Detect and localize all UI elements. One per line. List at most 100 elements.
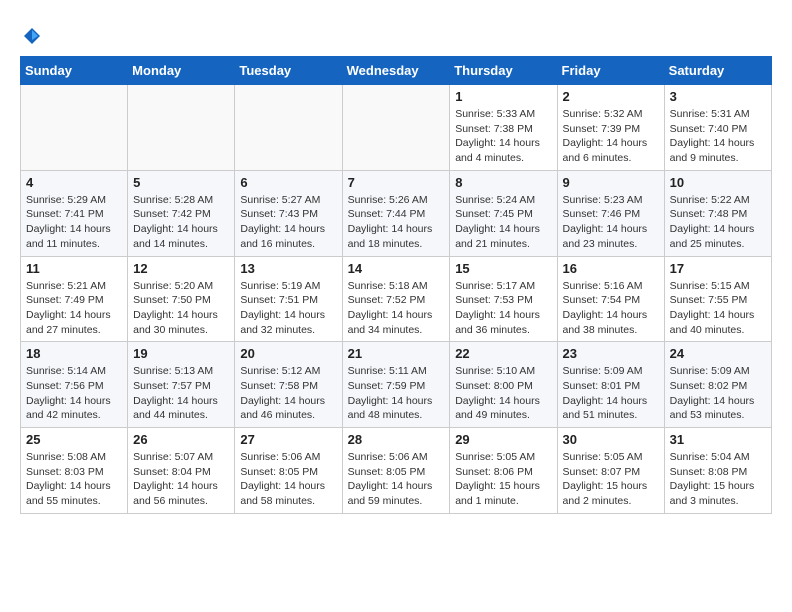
day-info: Sunrise: 5:26 AM Sunset: 7:44 PM Dayligh… bbox=[348, 193, 445, 252]
day-header-thursday: Thursday bbox=[450, 57, 557, 85]
day-cell: 31 Sunrise: 5:04 AM Sunset: 8:08 PM Dayli… bbox=[664, 428, 771, 514]
day-number: 16 bbox=[563, 261, 659, 276]
day-number: 3 bbox=[670, 89, 766, 104]
day-cell: 20 Sunrise: 5:12 AM Sunset: 7:58 PM Dayli… bbox=[235, 342, 342, 428]
day-cell: 18 Sunrise: 5:14 AM Sunset: 7:56 PM Dayli… bbox=[21, 342, 128, 428]
day-number: 31 bbox=[670, 432, 766, 447]
day-number: 28 bbox=[348, 432, 445, 447]
day-info: Sunrise: 5:13 AM Sunset: 7:57 PM Dayligh… bbox=[133, 364, 229, 423]
day-cell: 9 Sunrise: 5:23 AM Sunset: 7:46 PM Daylig… bbox=[557, 170, 664, 256]
day-cell: 6 Sunrise: 5:27 AM Sunset: 7:43 PM Daylig… bbox=[235, 170, 342, 256]
day-cell: 15 Sunrise: 5:17 AM Sunset: 7:53 PM Dayli… bbox=[450, 256, 557, 342]
day-cell bbox=[21, 85, 128, 171]
day-number: 2 bbox=[563, 89, 659, 104]
day-info: Sunrise: 5:18 AM Sunset: 7:52 PM Dayligh… bbox=[348, 279, 445, 338]
day-number: 1 bbox=[455, 89, 551, 104]
day-cell: 25 Sunrise: 5:08 AM Sunset: 8:03 PM Dayli… bbox=[21, 428, 128, 514]
day-number: 9 bbox=[563, 175, 659, 190]
day-info: Sunrise: 5:28 AM Sunset: 7:42 PM Dayligh… bbox=[133, 193, 229, 252]
day-info: Sunrise: 5:31 AM Sunset: 7:40 PM Dayligh… bbox=[670, 107, 766, 166]
day-cell: 8 Sunrise: 5:24 AM Sunset: 7:45 PM Daylig… bbox=[450, 170, 557, 256]
day-info: Sunrise: 5:23 AM Sunset: 7:46 PM Dayligh… bbox=[563, 193, 659, 252]
day-number: 23 bbox=[563, 346, 659, 361]
day-cell: 1Sunrise: 5:33 AM Sunset: 7:38 PM Daylig… bbox=[450, 85, 557, 171]
day-info: Sunrise: 5:29 AM Sunset: 7:41 PM Dayligh… bbox=[26, 193, 122, 252]
day-info: Sunrise: 5:12 AM Sunset: 7:58 PM Dayligh… bbox=[240, 364, 336, 423]
day-info: Sunrise: 5:06 AM Sunset: 8:05 PM Dayligh… bbox=[348, 450, 445, 509]
days-header-row: SundayMondayTuesdayWednesdayThursdayFrid… bbox=[21, 57, 772, 85]
week-row-3: 11 Sunrise: 5:21 AM Sunset: 7:49 PM Dayli… bbox=[21, 256, 772, 342]
day-cell: 3 Sunrise: 5:31 AM Sunset: 7:40 PM Daylig… bbox=[664, 85, 771, 171]
day-cell: 24Sunrise: 5:09 AM Sunset: 8:02 PM Dayli… bbox=[664, 342, 771, 428]
day-number: 21 bbox=[348, 346, 445, 361]
day-cell: 2Sunrise: 5:32 AM Sunset: 7:39 PM Daylig… bbox=[557, 85, 664, 171]
day-info: Sunrise: 5:20 AM Sunset: 7:50 PM Dayligh… bbox=[133, 279, 229, 338]
day-info: Sunrise: 5:14 AM Sunset: 7:56 PM Dayligh… bbox=[26, 364, 122, 423]
day-number: 17 bbox=[670, 261, 766, 276]
day-cell: 30 Sunrise: 5:05 AM Sunset: 8:07 PM Dayli… bbox=[557, 428, 664, 514]
day-info: Sunrise: 5:04 AM Sunset: 8:08 PM Dayligh… bbox=[670, 450, 766, 509]
day-cell bbox=[235, 85, 342, 171]
day-number: 6 bbox=[240, 175, 336, 190]
week-row-4: 18 Sunrise: 5:14 AM Sunset: 7:56 PM Dayli… bbox=[21, 342, 772, 428]
day-info: Sunrise: 5:08 AM Sunset: 8:03 PM Dayligh… bbox=[26, 450, 122, 509]
day-cell bbox=[342, 85, 450, 171]
day-cell: 4 Sunrise: 5:29 AM Sunset: 7:41 PM Daylig… bbox=[21, 170, 128, 256]
day-number: 18 bbox=[26, 346, 122, 361]
day-cell: 19 Sunrise: 5:13 AM Sunset: 7:57 PM Dayli… bbox=[128, 342, 235, 428]
day-cell: 29 Sunrise: 5:05 AM Sunset: 8:06 PM Dayli… bbox=[450, 428, 557, 514]
day-number: 10 bbox=[670, 175, 766, 190]
day-info: Sunrise: 5:22 AM Sunset: 7:48 PM Dayligh… bbox=[670, 193, 766, 252]
day-info: Sunrise: 5:17 AM Sunset: 7:53 PM Dayligh… bbox=[455, 279, 551, 338]
day-info: Sunrise: 5:19 AM Sunset: 7:51 PM Dayligh… bbox=[240, 279, 336, 338]
day-number: 5 bbox=[133, 175, 229, 190]
day-number: 15 bbox=[455, 261, 551, 276]
day-number: 4 bbox=[26, 175, 122, 190]
day-cell: 28 Sunrise: 5:06 AM Sunset: 8:05 PM Dayli… bbox=[342, 428, 450, 514]
day-number: 30 bbox=[563, 432, 659, 447]
week-row-5: 25 Sunrise: 5:08 AM Sunset: 8:03 PM Dayli… bbox=[21, 428, 772, 514]
day-cell: 5 Sunrise: 5:28 AM Sunset: 7:42 PM Daylig… bbox=[128, 170, 235, 256]
day-number: 8 bbox=[455, 175, 551, 190]
day-info: Sunrise: 5:09 AM Sunset: 8:01 PM Dayligh… bbox=[563, 364, 659, 423]
day-info: Sunrise: 5:21 AM Sunset: 7:49 PM Dayligh… bbox=[26, 279, 122, 338]
day-header-monday: Monday bbox=[128, 57, 235, 85]
day-number: 25 bbox=[26, 432, 122, 447]
day-cell: 22 Sunrise: 5:10 AM Sunset: 8:00 PM Dayli… bbox=[450, 342, 557, 428]
logo bbox=[20, 20, 42, 46]
day-number: 7 bbox=[348, 175, 445, 190]
calendar: SundayMondayTuesdayWednesdayThursdayFrid… bbox=[20, 56, 772, 514]
day-number: 29 bbox=[455, 432, 551, 447]
day-info: Sunrise: 5:05 AM Sunset: 8:07 PM Dayligh… bbox=[563, 450, 659, 509]
day-cell: 16 Sunrise: 5:16 AM Sunset: 7:54 PM Dayli… bbox=[557, 256, 664, 342]
day-info: Sunrise: 5:10 AM Sunset: 8:00 PM Dayligh… bbox=[455, 364, 551, 423]
day-info: Sunrise: 5:07 AM Sunset: 8:04 PM Dayligh… bbox=[133, 450, 229, 509]
day-info: Sunrise: 5:27 AM Sunset: 7:43 PM Dayligh… bbox=[240, 193, 336, 252]
day-number: 20 bbox=[240, 346, 336, 361]
day-cell: 7 Sunrise: 5:26 AM Sunset: 7:44 PM Daylig… bbox=[342, 170, 450, 256]
day-header-tuesday: Tuesday bbox=[235, 57, 342, 85]
day-cell: 12Sunrise: 5:20 AM Sunset: 7:50 PM Dayli… bbox=[128, 256, 235, 342]
day-number: 13 bbox=[240, 261, 336, 276]
day-header-wednesday: Wednesday bbox=[342, 57, 450, 85]
day-info: Sunrise: 5:05 AM Sunset: 8:06 PM Dayligh… bbox=[455, 450, 551, 509]
day-cell: 27Sunrise: 5:06 AM Sunset: 8:05 PM Dayli… bbox=[235, 428, 342, 514]
day-cell bbox=[128, 85, 235, 171]
day-cell: 23 Sunrise: 5:09 AM Sunset: 8:01 PM Dayli… bbox=[557, 342, 664, 428]
day-cell: 14Sunrise: 5:18 AM Sunset: 7:52 PM Dayli… bbox=[342, 256, 450, 342]
day-cell: 17 Sunrise: 5:15 AM Sunset: 7:55 PM Dayli… bbox=[664, 256, 771, 342]
day-header-saturday: Saturday bbox=[664, 57, 771, 85]
day-number: 11 bbox=[26, 261, 122, 276]
day-info: Sunrise: 5:15 AM Sunset: 7:55 PM Dayligh… bbox=[670, 279, 766, 338]
day-number: 22 bbox=[455, 346, 551, 361]
week-row-1: 1Sunrise: 5:33 AM Sunset: 7:38 PM Daylig… bbox=[21, 85, 772, 171]
day-cell: 21 Sunrise: 5:11 AM Sunset: 7:59 PM Dayli… bbox=[342, 342, 450, 428]
day-header-sunday: Sunday bbox=[21, 57, 128, 85]
day-info: Sunrise: 5:06 AM Sunset: 8:05 PM Dayligh… bbox=[240, 450, 336, 509]
day-info: Sunrise: 5:24 AM Sunset: 7:45 PM Dayligh… bbox=[455, 193, 551, 252]
logo-icon bbox=[22, 26, 42, 46]
day-info: Sunrise: 5:11 AM Sunset: 7:59 PM Dayligh… bbox=[348, 364, 445, 423]
day-cell: 10 Sunrise: 5:22 AM Sunset: 7:48 PM Dayli… bbox=[664, 170, 771, 256]
day-info: Sunrise: 5:16 AM Sunset: 7:54 PM Dayligh… bbox=[563, 279, 659, 338]
day-number: 19 bbox=[133, 346, 229, 361]
